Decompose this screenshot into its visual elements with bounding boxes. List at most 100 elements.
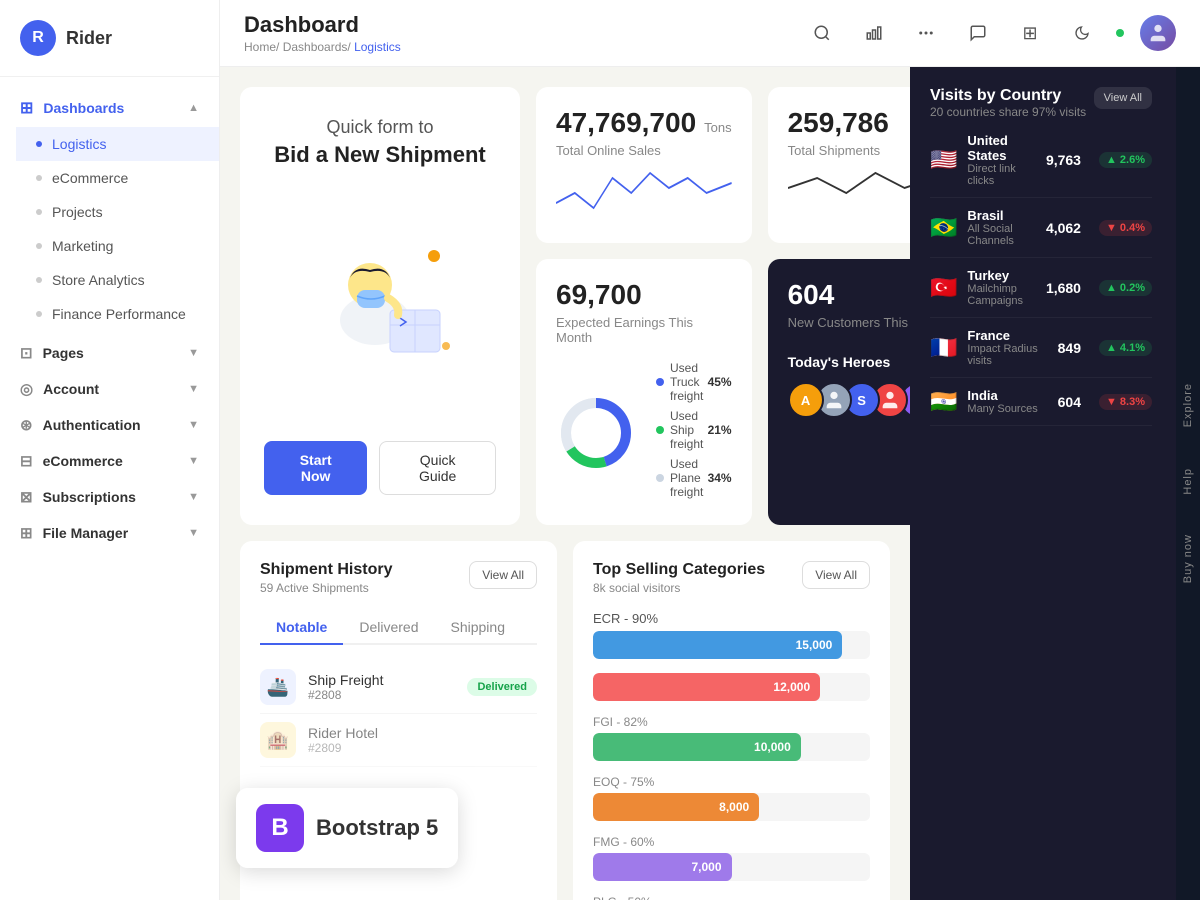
pages-label: Pages (43, 345, 84, 361)
chevron-icon: ▼ (188, 455, 199, 467)
earnings-value: 69,700 (556, 279, 732, 311)
shipment-item-2: 🏨 Rider Hotel #2809 (260, 714, 537, 767)
india-value: 604 (1058, 394, 1081, 410)
shipment-subtitle: 59 Active Shipments (260, 581, 392, 595)
account-label: Account (43, 381, 99, 397)
notifications-icon[interactable] (960, 15, 996, 51)
cat-ecr-header: ECR - 90% (593, 611, 870, 626)
sidebar-item-ecommerce[interactable]: eCommerce (16, 161, 219, 195)
cat-eoq-bar-bg: 10,000 (593, 733, 870, 761)
nav-section-header-authentication[interactable]: ⊛ Authentication ▼ (0, 407, 219, 443)
breadcrumb-dashboards[interactable]: Dashboards/ (283, 40, 351, 54)
shipment-title: Shipment History (260, 561, 392, 579)
nav-section-header-dashboards[interactable]: ⊞ Dashboards ▲ (0, 89, 219, 127)
cat-plg-label: PLG - 50% (593, 895, 870, 900)
shipment-item-num: #2808 (308, 688, 455, 702)
logistics-label: Logistics (52, 136, 106, 152)
shipment-item: 🚢 Ship Freight #2808 Delivered (260, 661, 537, 714)
nav-dot (36, 141, 42, 147)
quick-guide-button[interactable]: Quick Guide (379, 441, 496, 495)
brasil-change: ▼ 0.4% (1099, 220, 1152, 236)
india-flag: 🇮🇳 (930, 389, 957, 415)
cat-item-fmg: 8,000 (593, 793, 870, 821)
cat-ecr-bar-bg: 15,000 (593, 631, 870, 659)
truck-dot (656, 378, 664, 386)
sidebar-item-store-analytics[interactable]: Store Analytics (16, 263, 219, 297)
truck-pct: 45% (708, 375, 732, 389)
turkey-name: Turkey (967, 268, 1036, 283)
header-left: Dashboard Home/ Dashboards/ Logistics (244, 12, 401, 54)
cat-item-plg: 7,000 (593, 853, 870, 881)
freight-legend: Used Truck freight 45% Used Ship freight… (656, 361, 732, 505)
page-title: Dashboard (244, 12, 401, 38)
sidebar: R Rider ⊞ Dashboards ▲ Logistics eCommer… (0, 0, 220, 900)
auth-icon: ⊛ (20, 416, 33, 434)
bootstrap-watermark: B Bootstrap 5 (236, 788, 458, 868)
sidebar-item-logistics[interactable]: Logistics (16, 127, 219, 161)
ship-pct: 21% (708, 423, 732, 437)
breadcrumb-home[interactable]: Home/ (244, 40, 279, 54)
country-usa: 🇺🇸 United States Direct link clicks 9,76… (930, 123, 1152, 198)
new-customers-value: 604 (788, 279, 910, 311)
sidebar-nav: ⊞ Dashboards ▲ Logistics eCommerce Proje… (0, 77, 219, 900)
explore-label[interactable]: Explore (1182, 363, 1194, 447)
total-sales-unit: Tons (704, 120, 731, 135)
heroes-avatars: A S P +2 (788, 382, 910, 418)
truck-freight-legend: Used Truck freight 45% (656, 361, 732, 403)
nav-section-header-ecommerce[interactable]: ⊟ eCommerce ▼ (0, 443, 219, 479)
chevron-icon: ▼ (188, 419, 199, 431)
tab-delivered[interactable]: Delivered (343, 611, 434, 645)
finance-performance-label: Finance Performance (52, 306, 186, 322)
heroes-section: Today's Heroes A S P (788, 354, 910, 418)
country-list: 🇺🇸 United States Direct link clicks 9,76… (930, 123, 1152, 426)
nav-section-header-pages[interactable]: ⊡ Pages ▼ (0, 335, 219, 371)
sidebar-item-marketing[interactable]: Marketing (16, 229, 219, 263)
user-avatar[interactable] (1140, 15, 1176, 51)
chart-icon[interactable] (856, 15, 892, 51)
header-right: ⊞ (804, 15, 1176, 51)
visits-view-all-button[interactable]: View All (1094, 87, 1152, 109)
brasil-name: Brasil (967, 208, 1036, 223)
nav-section-header-account[interactable]: ◎ Account ▼ (0, 371, 219, 407)
visits-subtitle: 20 countries share 97% visits (930, 105, 1086, 119)
shipment-view-all-button[interactable]: View All (469, 561, 537, 589)
cat-fgi-bar-bg: 12,000 (593, 673, 870, 701)
plane-label: Used Plane freight (670, 457, 708, 499)
cat-eoq-label: EOQ - 75% (593, 775, 870, 789)
search-button[interactable] (804, 15, 840, 51)
buy-now-label[interactable]: Buy now (1182, 514, 1194, 603)
nav-section-header-filemanager[interactable]: ⊞ File Manager ▼ (0, 515, 219, 551)
chevron-up-icon: ▲ (188, 102, 199, 114)
hero-text: Quick form to Bid a New Shipment (274, 117, 485, 168)
bootstrap-icon: B (256, 804, 304, 852)
india-name: India (967, 388, 1047, 403)
start-now-button[interactable]: Start Now (264, 441, 367, 495)
visits-panel: Explore Help Buy now Visits by Country 2… (910, 67, 1200, 900)
logo-text: Rider (66, 28, 112, 49)
earnings-card: 69,700 Expected Earnings This Month (536, 259, 752, 525)
truck-label: Used Truck freight (670, 361, 708, 403)
nav-section-header-subscriptions[interactable]: ⊠ Subscriptions ▼ (0, 479, 219, 515)
dark-mode-toggle[interactable] (1064, 15, 1100, 51)
ecommerce-section-label: eCommerce (43, 453, 123, 469)
settings-icon[interactable] (908, 15, 944, 51)
categories-view-all-button[interactable]: View All (802, 561, 870, 589)
india-source: Many Sources (967, 403, 1047, 415)
tab-shipping[interactable]: Shipping (434, 611, 521, 645)
logo-icon: R (20, 20, 56, 56)
help-label[interactable]: Help (1182, 448, 1194, 515)
grid-toggle-icon[interactable]: ⊞ (1012, 15, 1048, 51)
france-value: 849 (1058, 340, 1081, 356)
categories-title: Top Selling Categories (593, 561, 765, 579)
turkey-flag: 🇹🇷 (930, 275, 957, 301)
turkey-value: 1,680 (1046, 280, 1081, 296)
sales-sparkline (556, 158, 732, 218)
cat-plg-bar: 7,000 (593, 853, 732, 881)
sidebar-item-finance-performance[interactable]: Finance Performance (16, 297, 219, 331)
shipment-name-2: Rider Hotel (308, 725, 537, 741)
hero-avatar-1: A (788, 382, 824, 418)
cat-fmg-label: FMG - 60% (593, 835, 870, 849)
sidebar-item-projects[interactable]: Projects (16, 195, 219, 229)
ship-label: Used Ship freight (670, 409, 708, 451)
tab-notable[interactable]: Notable (260, 611, 343, 645)
